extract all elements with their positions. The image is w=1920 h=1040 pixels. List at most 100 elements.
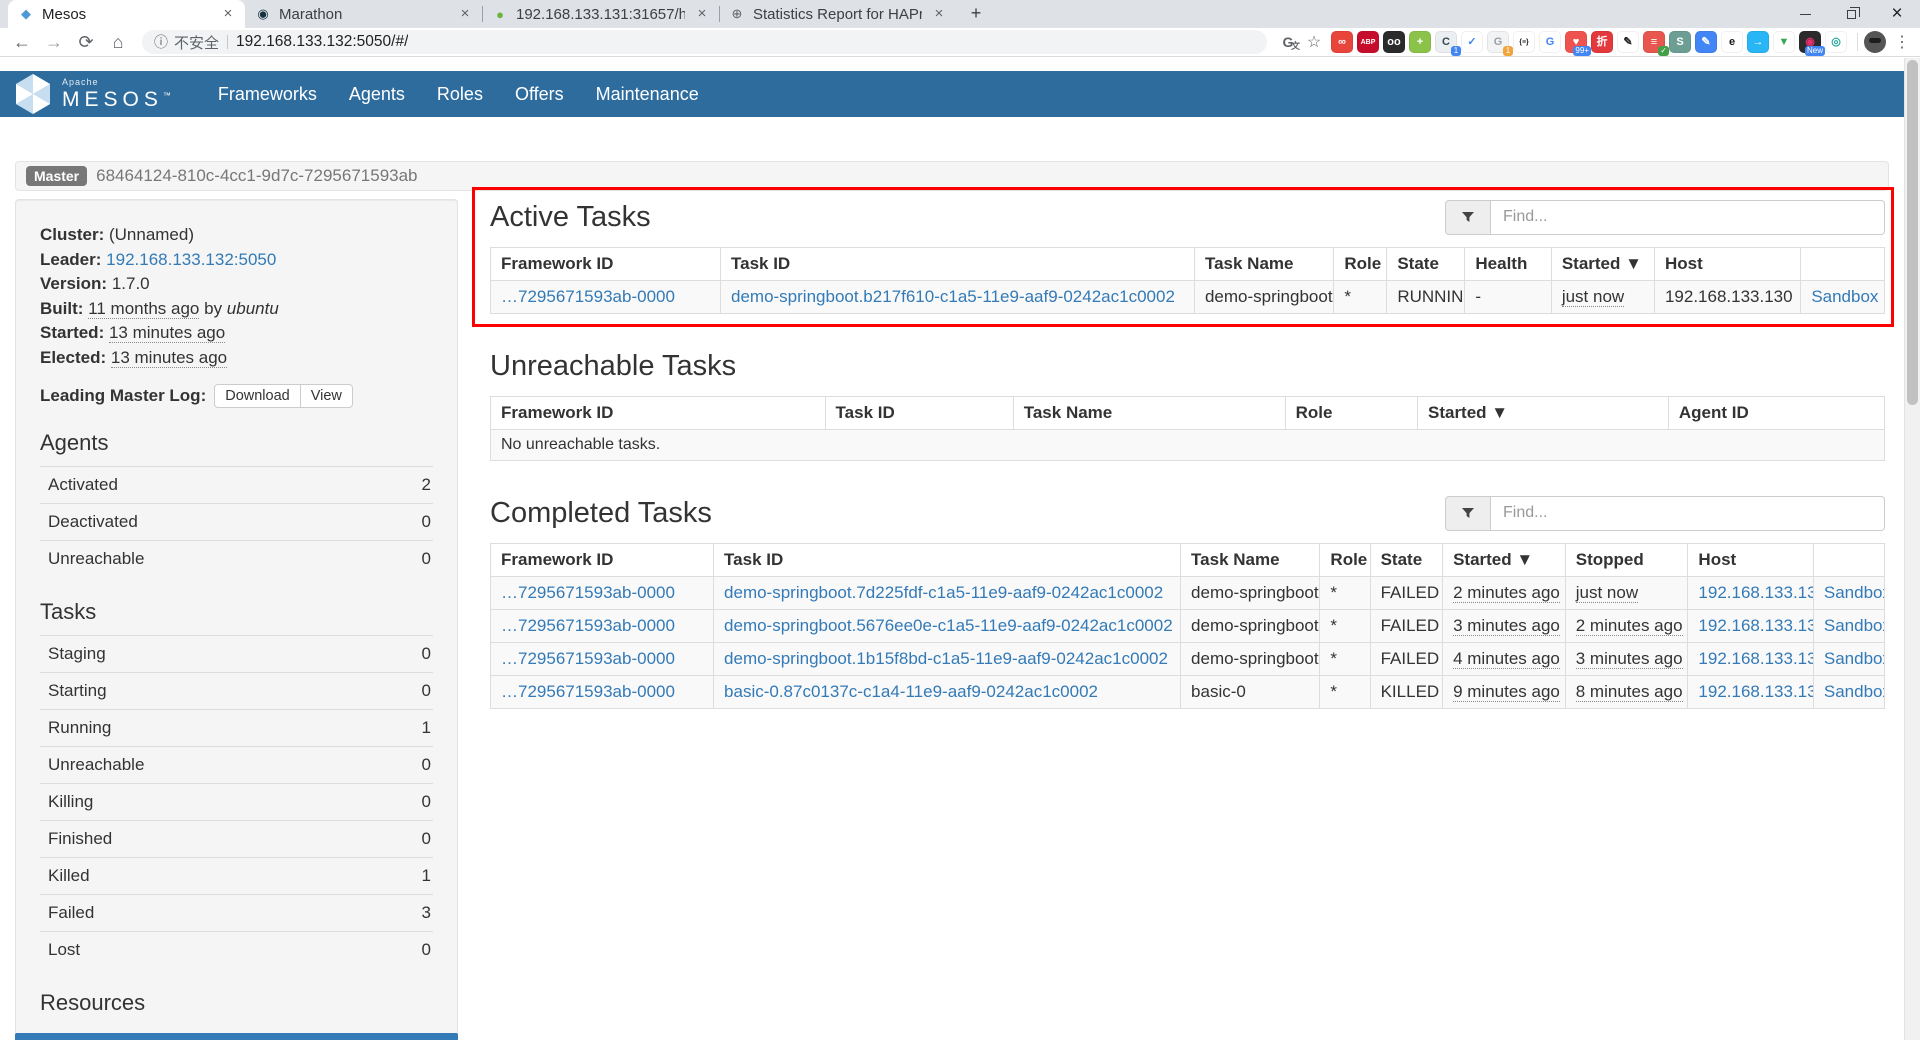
host-link[interactable]: 192.168.133.130 <box>1698 682 1813 701</box>
ext-braces[interactable]: {≡} <box>1513 31 1535 53</box>
column-header-started[interactable]: Started ▼ <box>1551 248 1654 281</box>
filter-button[interactable] <box>1445 496 1491 531</box>
ext-translate[interactable]: G <box>1539 31 1561 53</box>
sandbox-link[interactable]: Sandbox <box>1824 616 1885 635</box>
column-header-started[interactable]: Started ▼ <box>1417 397 1668 430</box>
column-header-health[interactable]: Health <box>1465 248 1551 281</box>
host-link[interactable]: 192.168.133.130 <box>1698 649 1813 668</box>
download-log-button[interactable]: Download <box>214 384 301 408</box>
host-link[interactable]: 192.168.133.131 <box>1698 583 1813 602</box>
home-button[interactable]: ⌂ <box>102 32 134 53</box>
tab-close-icon[interactable]: × <box>930 5 948 23</box>
sandbox-link[interactable]: Sandbox <box>1811 287 1878 306</box>
sandbox-link[interactable]: Sandbox <box>1824 649 1885 668</box>
column-header-state[interactable]: State <box>1370 544 1442 577</box>
ext-heart-badge[interactable]: ♥99+ <box>1565 31 1587 53</box>
filter-button[interactable] <box>1445 200 1491 235</box>
column-header-task-name[interactable]: Task Name <box>1194 248 1333 281</box>
task-id-link[interactable]: demo-springboot.7d225fdf-c1a5-11e9-aaf9-… <box>724 583 1163 602</box>
ext-camera-new[interactable]: ◉New <box>1799 31 1821 53</box>
ext-adblock-plus[interactable]: ABP <box>1357 31 1379 53</box>
tab-springboot-hello[interactable]: ●192.168.133.131:31657/hello w× <box>482 0 719 28</box>
profile-avatar[interactable] <box>1864 31 1886 53</box>
tab-close-icon[interactable]: × <box>693 5 711 23</box>
sandbox-link[interactable]: Sandbox <box>1824 682 1885 701</box>
framework-id-link[interactable]: …7295671593ab-0000 <box>501 616 675 635</box>
leader-value[interactable]: 192.168.133.132:5050 <box>106 250 276 269</box>
tab-close-icon[interactable]: × <box>456 5 474 23</box>
restore-button[interactable] <box>1828 0 1874 28</box>
column-header-task-id[interactable]: Task ID <box>721 248 1195 281</box>
task-id-link[interactable]: demo-springboot.b217f610-c1a5-11e9-aaf9-… <box>731 287 1175 306</box>
column-header-sandbox[interactable] <box>1813 544 1884 577</box>
nav-item-offers[interactable]: Offers <box>499 84 580 105</box>
back-button[interactable]: ← <box>6 32 38 53</box>
column-header-role[interactable]: Role <box>1285 397 1417 430</box>
column-header-sandbox[interactable] <box>1801 248 1885 281</box>
column-header-agent-id[interactable]: Agent ID <box>1668 397 1884 430</box>
bookmark-star-icon[interactable]: ☆ <box>1301 32 1327 52</box>
framework-id-link[interactable]: …7295671593ab-0000 <box>501 649 675 668</box>
task-id-link[interactable]: demo-springboot.1b15f8bd-c1a5-11e9-aaf9-… <box>724 649 1168 668</box>
tab-mesos[interactable]: ◆Mesos× <box>8 0 245 28</box>
ext-web-sphere[interactable]: ◎ <box>1825 31 1847 53</box>
column-header-host[interactable]: Host <box>1654 248 1800 281</box>
framework-id-link[interactable]: …7295671593ab-0000 <box>501 682 675 701</box>
close-button[interactable]: × <box>1874 0 1920 28</box>
address-bar[interactable]: ⓘ 不安全 192.168.133.132:5050/#/ <box>142 30 1267 54</box>
page-scrollbar[interactable] <box>1904 58 1920 1040</box>
column-header-host[interactable]: Host <box>1688 544 1813 577</box>
column-header-started[interactable]: Started ▼ <box>1443 544 1566 577</box>
forward-button[interactable]: → <box>38 32 70 53</box>
tab-close-icon[interactable]: × <box>219 5 237 23</box>
column-header-task-id[interactable]: Task ID <box>714 544 1181 577</box>
tab-marathon[interactable]: ◉Marathon× <box>245 0 482 28</box>
ext-green-plus[interactable]: + <box>1409 31 1431 53</box>
mesos-brand[interactable]: Apache MESOS™ <box>14 73 176 115</box>
column-header-role[interactable]: Role <box>1334 248 1387 281</box>
host-link[interactable]: 192.168.133.130 <box>1698 616 1813 635</box>
ext-share-arrow[interactable]: → <box>1747 31 1769 53</box>
column-header-framework-id[interactable]: Framework ID <box>491 544 714 577</box>
ext-zhe-coupon[interactable]: 折 <box>1591 31 1613 53</box>
minimize-button[interactable] <box>1782 0 1828 28</box>
framework-id-link[interactable]: …7295671593ab-0000 <box>501 287 675 306</box>
ext-cat[interactable]: C1 <box>1435 31 1457 53</box>
ext-notes[interactable]: ≡✓ <box>1643 31 1665 53</box>
ext-person-pen[interactable]: ✎ <box>1617 31 1639 53</box>
ext-drive-down[interactable]: ▼ <box>1773 31 1795 53</box>
tab-haproxy-stats[interactable]: ⊕Statistics Report for HAProxy× <box>719 0 956 28</box>
ext-e-mark[interactable]: e <box>1721 31 1743 53</box>
sandbox-link[interactable]: Sandbox <box>1824 583 1885 602</box>
ext-infinity[interactable]: ∞ <box>1331 31 1353 53</box>
ext-g-loop[interactable]: G1 <box>1487 31 1509 53</box>
column-header-framework-id[interactable]: Framework ID <box>491 397 826 430</box>
task-id-link[interactable]: basic-0.87c0137c-c1a4-11e9-aaf9-0242ac1c… <box>724 682 1098 701</box>
reload-button[interactable]: ⟳ <box>70 32 102 53</box>
column-header-role[interactable]: Role <box>1320 544 1370 577</box>
translate-icon[interactable]: G文 <box>1275 34 1301 50</box>
find-input[interactable] <box>1491 200 1885 235</box>
nav-item-agents[interactable]: Agents <box>333 84 421 105</box>
scrollbar-thumb[interactable] <box>1907 60 1918 405</box>
ext-check-circle[interactable]: ✓ <box>1461 31 1483 53</box>
nav-item-roles[interactable]: Roles <box>421 84 499 105</box>
ext-s-square[interactable]: S <box>1669 31 1691 53</box>
new-tab-button[interactable]: + <box>962 0 990 28</box>
page-info-icon[interactable]: ⓘ <box>154 32 168 52</box>
column-header-task-name[interactable]: Task Name <box>1013 397 1285 430</box>
framework-id-link[interactable]: …7295671593ab-0000 <box>501 583 675 602</box>
nav-item-maintenance[interactable]: Maintenance <box>580 84 715 105</box>
browser-menu-icon[interactable]: ⋮ <box>1890 32 1914 52</box>
column-header-stopped[interactable]: Stopped <box>1565 544 1688 577</box>
ext-dark-eyes[interactable]: oo <box>1383 31 1405 53</box>
column-header-state[interactable]: State <box>1387 248 1465 281</box>
column-header-framework-id[interactable]: Framework ID <box>491 248 721 281</box>
task-id-link[interactable]: demo-springboot.5676ee0e-c1a5-11e9-aaf9-… <box>724 616 1173 635</box>
nav-item-frameworks[interactable]: Frameworks <box>202 84 333 105</box>
find-input[interactable] <box>1491 496 1885 531</box>
column-header-task-name[interactable]: Task Name <box>1181 544 1320 577</box>
ext-doc-edit[interactable]: ✎ <box>1695 31 1717 53</box>
view-log-button[interactable]: View <box>300 384 353 408</box>
column-header-task-id[interactable]: Task ID <box>825 397 1013 430</box>
